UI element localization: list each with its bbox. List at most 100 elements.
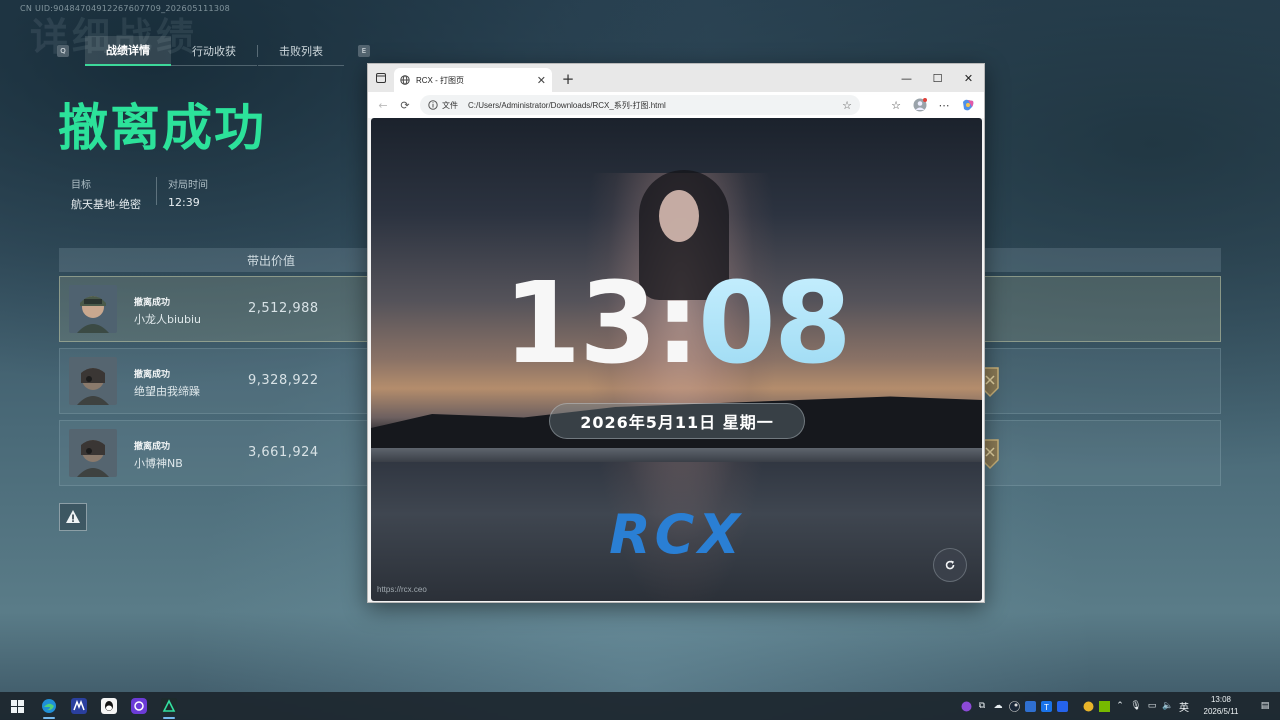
- browser-tab[interactable]: RCX - 打图页 ✕: [394, 68, 552, 92]
- clock-separator: :: [655, 259, 700, 389]
- qq-icon: [101, 698, 117, 714]
- taskbar-app-3[interactable]: [124, 692, 154, 720]
- brand-logo: RCX: [609, 503, 744, 566]
- delta-force-icon: [161, 698, 177, 714]
- tray-up-arrow-icon[interactable]: ⌃: [1112, 692, 1128, 720]
- notification-icon[interactable]: ▤: [1250, 692, 1280, 720]
- match-time-value: 12:39: [168, 196, 200, 209]
- address-scheme-label: 文件: [442, 100, 458, 110]
- close-window-button[interactable]: ✕: [953, 64, 984, 92]
- refresh-button[interactable]: [933, 548, 967, 582]
- toolbar-actions: ☆ ⋯: [886, 94, 978, 116]
- row-player-name: 小博神NB: [134, 457, 183, 470]
- tray-network-icon[interactable]: ▭: [1144, 692, 1160, 720]
- taskbar-app-1[interactable]: [64, 692, 94, 720]
- tray-steam-icon[interactable]: [1006, 692, 1022, 720]
- taskbar-edge[interactable]: [34, 692, 64, 720]
- background-wall: [371, 448, 982, 462]
- match-time-info: 对局时间 12:39: [168, 176, 208, 209]
- window-controls: — ☐ ✕: [891, 64, 984, 92]
- tab-action-rewards[interactable]: 行动收获: [171, 36, 257, 66]
- purple-app-icon: [131, 698, 147, 714]
- browser-window[interactable]: RCX - 打图页 ✕ + — ☐ ✕ ← ⟳ 文件 C:/Users/Admi…: [367, 63, 985, 603]
- tray-cloud-icon[interactable]: ☁: [990, 692, 1006, 720]
- tab-battle-details[interactable]: 战绩详情: [85, 36, 171, 66]
- clock-hours: 13: [503, 259, 657, 389]
- date-display: 2026年5月11日 星期一: [549, 403, 805, 439]
- report-warning-button[interactable]: [59, 503, 87, 531]
- windows-icon: [10, 699, 24, 713]
- address-bar[interactable]: 文件 C:/Users/Administrator/Downloads/RCX_…: [420, 95, 860, 115]
- taskbar-game[interactable]: [154, 692, 184, 720]
- tab-right-key: E: [358, 45, 370, 57]
- extraction-result-title: 撤离成功: [58, 99, 266, 157]
- clock-display: 13:08: [371, 268, 982, 380]
- taskbar-time: 13:08: [1210, 695, 1232, 704]
- refresh-icon: [945, 560, 955, 570]
- copilot-icon[interactable]: [958, 94, 978, 116]
- reload-button[interactable]: ⟳: [394, 94, 416, 116]
- favorites-icon[interactable]: ☆: [886, 94, 906, 116]
- taskbar-clock[interactable]: 13:08 2026/5/11: [1192, 694, 1250, 718]
- clock-minutes: 08: [697, 259, 852, 389]
- tray-volume-icon[interactable]: 🔈: [1160, 692, 1176, 720]
- match-time-label: 对局时间: [168, 180, 208, 191]
- tray-g-icon[interactable]: [1080, 692, 1096, 720]
- row-extracted-value: 9,328,922: [248, 373, 319, 388]
- rank-emblem-icon: [981, 362, 1002, 402]
- row-status: 撤离成功: [134, 370, 171, 380]
- tray-mic-icon[interactable]: 🎙: [1128, 692, 1144, 720]
- new-tab-button[interactable]: +: [556, 67, 580, 91]
- tray-copy-icon[interactable]: ⧉: [974, 692, 990, 720]
- row-player-name: 绝望由我缔躁: [134, 385, 200, 398]
- rcx-page-viewport: 13:08 2026年5月11日 星期一 RCX https://rcx.ceo: [371, 118, 982, 601]
- info-icon: [428, 100, 438, 110]
- tray-nvidia-icon[interactable]: [1096, 692, 1112, 720]
- row-status: 撤离成功: [134, 442, 171, 452]
- svg-text:T: T: [1044, 703, 1049, 712]
- avatar: [69, 429, 117, 477]
- avatar: [69, 285, 117, 333]
- tab-left-key: Q: [57, 45, 69, 57]
- extracted-value-header: 带出价值: [247, 254, 296, 268]
- row-extracted-value: 2,512,988: [248, 301, 319, 316]
- taskbar-qq[interactable]: [94, 692, 124, 720]
- close-tab-icon[interactable]: ✕: [537, 74, 546, 87]
- tab-actions-button[interactable]: [368, 64, 394, 92]
- taskbar: ⧉ ☁ T ⌃ 🎙 ▭ 🔈 英 13:08 2026/5/11 ▤: [0, 692, 1280, 720]
- favorite-star-icon[interactable]: ☆: [842, 99, 852, 112]
- profile-avatar[interactable]: [910, 94, 930, 116]
- avatar: [69, 357, 117, 405]
- address-url: C:/Users/Administrator/Downloads/RCX_系列-…: [468, 100, 666, 110]
- tab-kill-list[interactable]: 击败列表: [258, 36, 344, 66]
- taskbar-date: 2026/5/11: [1203, 707, 1239, 716]
- tab-actions-icon: [376, 73, 386, 83]
- tray-blue-app-icon[interactable]: [1022, 692, 1038, 720]
- row-player-name: 小龙人biubiu: [134, 313, 202, 326]
- minimize-button[interactable]: —: [891, 64, 922, 92]
- result-tabs: Q 战绩详情 行动收获 击败列表 E: [57, 36, 370, 66]
- rank-emblem-icon: [981, 434, 1002, 474]
- tray-ai-icon[interactable]: [1054, 692, 1070, 720]
- address-toolbar: ← ⟳ 文件 C:/Users/Administrator/Downloads/…: [368, 92, 984, 118]
- row-status: 撤离成功: [134, 298, 171, 308]
- edge-icon: [42, 699, 56, 713]
- target-label: 目标: [71, 180, 91, 191]
- info-divider: [156, 177, 157, 205]
- tray-t-app-icon[interactable]: T: [1038, 692, 1054, 720]
- more-menu-icon[interactable]: ⋯: [934, 94, 954, 116]
- background-photo-face: [659, 190, 699, 242]
- tray-app-icon[interactable]: [958, 692, 974, 720]
- input-language[interactable]: 英: [1176, 699, 1192, 714]
- globe-icon: [400, 75, 410, 85]
- system-tray: ⧉ ☁ T ⌃ 🎙 ▭ 🔈 英 13:08 2026/5/11 ▤: [958, 692, 1280, 720]
- warning-triangle-icon: [66, 510, 80, 523]
- footer-url: https://rcx.ceo: [377, 585, 427, 594]
- browser-titlebar: RCX - 打图页 ✕ + — ☐ ✕: [368, 64, 984, 92]
- browser-tab-title: RCX - 打图页: [416, 75, 464, 85]
- row-extracted-value: 3,661,924: [248, 445, 319, 460]
- start-button[interactable]: [0, 692, 34, 720]
- back-button[interactable]: ←: [372, 94, 394, 116]
- maximize-button[interactable]: ☐: [922, 64, 953, 92]
- target-value: 航天基地-绝密: [71, 198, 141, 211]
